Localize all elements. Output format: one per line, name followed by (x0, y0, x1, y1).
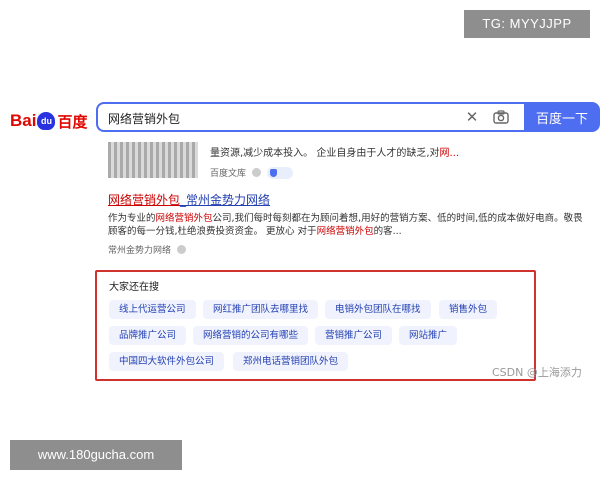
snippet-text: 量资源,减少成本投入。 企业自身由于人才的缺乏,对 (210, 148, 440, 159)
source-name[interactable]: 百度文库 (210, 166, 246, 179)
result-source: 百度文库 (210, 166, 294, 179)
paw-icon: du (37, 112, 56, 130)
snippet-highlight: 网络营销外包 (155, 213, 213, 224)
shield-icon (267, 166, 294, 179)
search-result-1: 量资源,减少成本投入。 企业自身由于人才的缺乏,对网... 百度文库 (100, 142, 600, 182)
related-item[interactable]: 品牌推广公司 (109, 326, 187, 345)
more-icon[interactable] (177, 245, 187, 254)
camera-icon[interactable] (492, 109, 510, 125)
result-snippet: 量资源,减少成本投入。 企业自身由于人才的缺乏,对网... (210, 146, 459, 161)
result-snippet: 作为专业的网络营销外包公司,我们每时每刻都在为顾问着想,用好的营销方案、低的时间… (108, 212, 588, 238)
snippet-part: 的客... (373, 226, 402, 237)
logo-text-bai: Bai (10, 111, 37, 130)
tg-badge: TG: MYYJJPP (464, 10, 590, 38)
title-rest: _常州金势力网络 (180, 193, 271, 207)
search-header: Bai du 百度 ✕ 百度一下 (0, 100, 600, 142)
related-item[interactable]: 线上代运营公司 (109, 300, 196, 319)
search-input[interactable] (108, 108, 438, 128)
result-source: 常州金势力网络 (108, 243, 588, 256)
snippet-part: 作为专业的 (108, 213, 156, 224)
snippet-highlight: 网... (439, 148, 460, 159)
related-title: 大家还在搜 (109, 282, 159, 293)
close-icon[interactable]: ✕ (464, 109, 480, 125)
search-box: ✕ (96, 102, 524, 132)
site-badge: www.180gucha.com (10, 440, 182, 470)
source-name[interactable]: 常州金势力网络 (108, 243, 171, 256)
related-searches-box: 大家还在搜 线上代运营公司 网红推广团队去哪里找 电销外包团队在哪找 销售外包 … (95, 270, 536, 381)
related-item[interactable]: 网站推广 (399, 326, 458, 345)
logo-text-baidu-cn: 百度 (57, 113, 88, 131)
baidu-logo[interactable]: Bai du 百度 (10, 106, 87, 136)
related-item[interactable]: 中国四大软件外包公司 (109, 352, 225, 371)
result-thumbnail[interactable] (108, 142, 198, 178)
related-item[interactable]: 郑州电话营销团队外包 (233, 352, 349, 371)
more-icon[interactable] (252, 168, 262, 177)
search-button[interactable]: 百度一下 (524, 102, 600, 132)
related-item[interactable]: 销售外包 (439, 300, 498, 319)
title-highlight: 网络营销外包 (108, 193, 181, 207)
related-item[interactable]: 电销外包团队在哪找 (325, 300, 431, 319)
search-result-2: 网络营销外包_常州金势力网络 作为专业的网络营销外包公司,我们每时每刻都在为顾问… (108, 190, 588, 256)
csdn-watermark: CSDN @上海添力 (492, 366, 582, 379)
related-item[interactable]: 营销推广公司 (315, 326, 393, 345)
related-item[interactable]: 网红推广团队去哪里找 (203, 300, 319, 319)
result-title-link[interactable]: 网络营销外包_常州金势力网络 (108, 190, 588, 210)
related-item[interactable]: 网络营销的公司有哪些 (193, 326, 309, 345)
snippet-highlight: 网络营销外包 (316, 226, 374, 237)
